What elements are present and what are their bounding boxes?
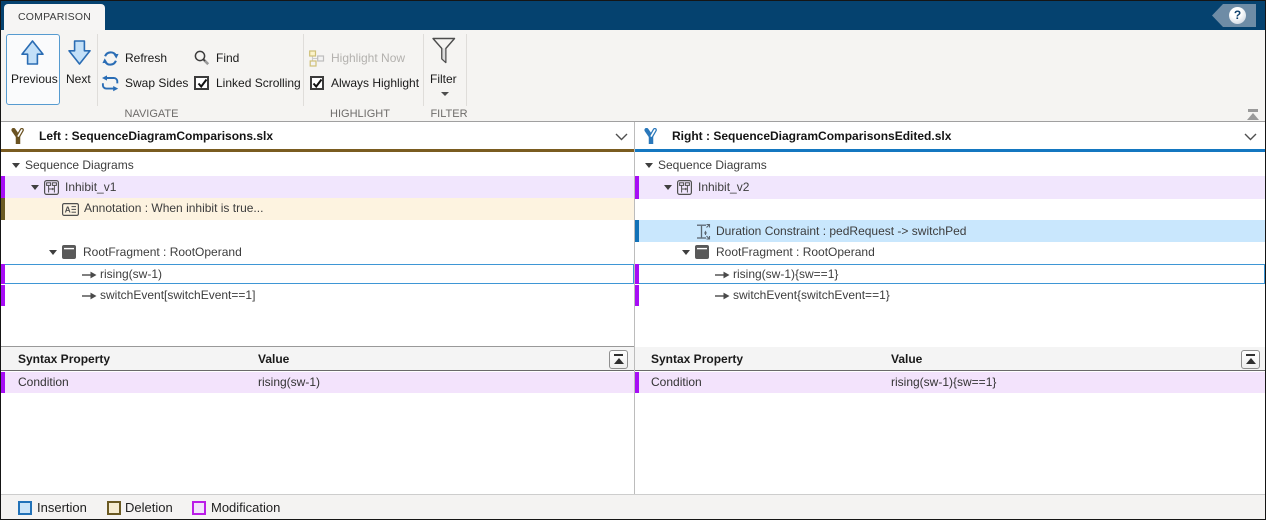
svg-text:A: A [65, 204, 71, 214]
